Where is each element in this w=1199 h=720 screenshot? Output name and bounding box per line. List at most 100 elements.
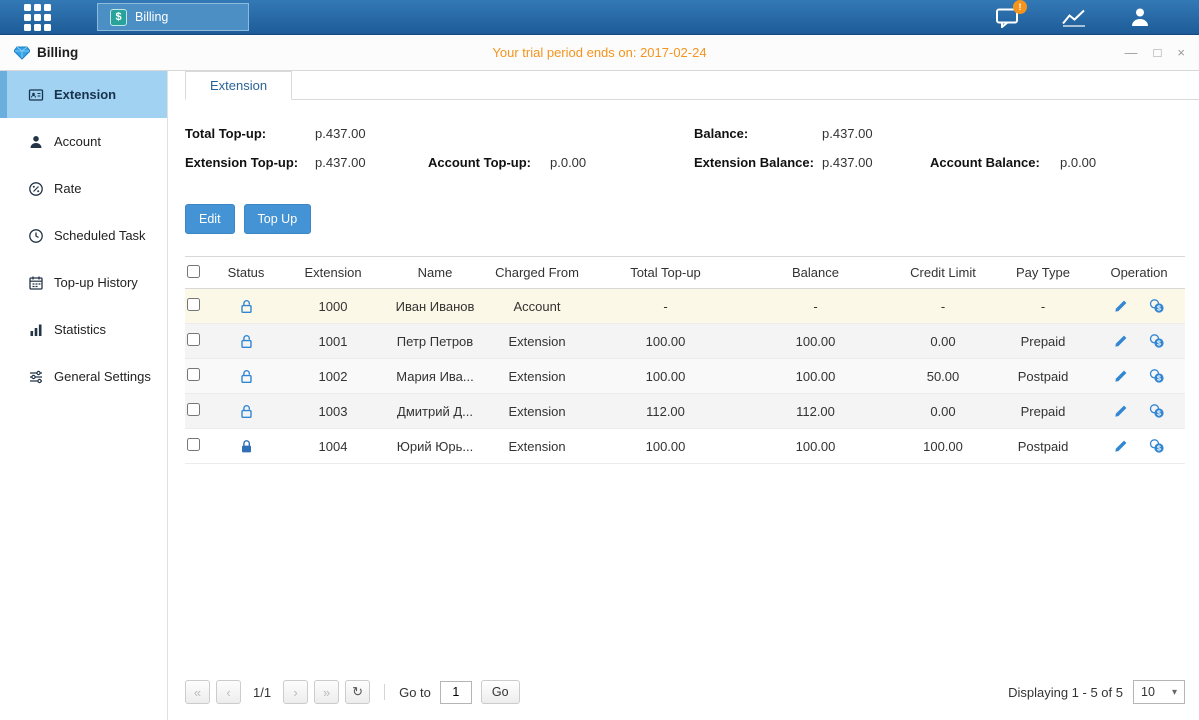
table-row: 1001 Петр Петров Extension 100.00 100.00… [185,324,1185,359]
reports-chart-icon[interactable] [1061,7,1087,28]
cell-pay-type: Postpaid [993,429,1093,464]
unlocked-icon[interactable] [239,404,254,419]
cell-extension: 1002 [277,359,389,394]
goto-page-input[interactable] [440,681,472,704]
window-title: Billing [37,45,78,60]
last-page-icon[interactable]: » [314,680,339,704]
edit-icon[interactable] [1113,334,1128,349]
prev-page-icon[interactable]: ‹ [216,680,241,704]
chevron-down-icon: ▾ [1172,687,1177,698]
table-row: 1003 Дмитрий Д... Extension 112.00 112.0… [185,394,1185,429]
topup-money-icon[interactable]: $ [1149,368,1165,384]
sidebar-item-label: Scheduled Task [54,228,146,243]
sidebar-item-scheduled-task[interactable]: Scheduled Task [0,212,167,259]
tabstrip: Extension [185,71,1199,100]
sidebar-item-general-settings[interactable]: General Settings [0,353,167,400]
select-all-checkbox[interactable] [187,265,200,278]
table-header-row: Status Extension Name Charged From Total… [185,257,1185,289]
cell-pay-type: Prepaid [993,324,1093,359]
cell-charged-from: Extension [481,324,593,359]
unlocked-icon[interactable] [239,369,254,384]
cell-balance: 100.00 [738,324,893,359]
col-operation: Operation [1093,257,1185,289]
topup-money-icon[interactable]: $ [1149,403,1165,419]
refresh-icon[interactable]: ↻ [345,680,370,704]
topup-money-icon[interactable]: $ [1149,438,1165,454]
bar-chart-icon [28,322,44,338]
row-checkbox[interactable] [187,368,200,381]
topup-money-icon[interactable]: $ [1149,333,1165,349]
cell-charged-from: Extension [481,359,593,394]
edit-icon[interactable] [1113,369,1128,384]
calendar-icon [28,275,44,291]
clock-icon [28,228,44,244]
col-name: Name [389,257,481,289]
sidebar-item-label: General Settings [54,369,151,384]
col-extension: Extension [277,257,389,289]
displaying-text: Displaying 1 - 5 of 5 [1008,685,1123,700]
cell-name: Петр Петров [389,324,481,359]
edit-button[interactable]: Edit [185,204,235,234]
cell-name: Мария Ива... [389,359,481,394]
cell-credit-limit: 0.00 [893,394,993,429]
topbar-right-icons: ! [995,6,1199,28]
svg-text:$: $ [1157,306,1161,313]
table-row: 1004 Юрий Юрь... Extension 100.00 100.00… [185,429,1185,464]
sidebar-item-rate[interactable]: Rate [0,165,167,212]
edit-icon[interactable] [1113,439,1128,454]
titlebar: Billing Your trial period ends on: 2017-… [0,35,1199,71]
messages-icon[interactable]: ! [995,7,1019,28]
apps-grid-icon[interactable] [24,4,51,31]
minimize-icon[interactable]: — [1125,46,1138,59]
user-account-icon[interactable] [1129,6,1151,28]
balance-value: p.437.00 [822,126,873,141]
unlocked-icon[interactable] [239,334,254,349]
row-checkbox[interactable] [187,438,200,451]
account-topup-value: p.0.00 [550,155,586,170]
cell-credit-limit: 50.00 [893,359,993,394]
topbar-tab-billing[interactable]: $ Billing [97,3,249,31]
page-size-select[interactable]: 10 ▾ [1133,680,1185,704]
locked-icon[interactable] [239,439,254,454]
row-checkbox[interactable] [187,298,200,311]
total-topup-label: Total Top-up: [185,126,315,141]
row-checkbox[interactable] [187,333,200,346]
edit-icon[interactable] [1113,299,1128,314]
extension-topup-label: Extension Top-up: [185,155,315,170]
cell-balance: 100.00 [738,359,893,394]
table-row: 1002 Мария Ива... Extension 100.00 100.0… [185,359,1185,394]
close-icon[interactable]: × [1177,46,1185,59]
cell-name: Иван Иванов [389,289,481,324]
sidebar-item-statistics[interactable]: Statistics [0,306,167,353]
account-balance-value: p.0.00 [1060,155,1096,170]
svg-text:$: $ [1157,341,1161,348]
first-page-icon[interactable]: « [185,680,210,704]
col-balance: Balance [738,257,893,289]
maximize-icon[interactable]: □ [1154,46,1162,59]
next-page-icon[interactable]: › [283,680,308,704]
top-up-button[interactable]: Top Up [244,204,312,234]
cell-extension: 1001 [277,324,389,359]
sidebar-item-account[interactable]: Account [0,118,167,165]
svg-text:$: $ [1157,376,1161,383]
goto-label: Go to [399,685,431,700]
tab-extension[interactable]: Extension [185,71,292,100]
topup-money-icon[interactable]: $ [1149,298,1165,314]
cell-balance: - [738,289,893,324]
go-button[interactable]: Go [481,680,520,704]
cell-total-topup: 100.00 [593,324,738,359]
account-balance-label: Account Balance: [930,155,1060,170]
col-total-topup: Total Top-up [593,257,738,289]
unlocked-icon[interactable] [239,299,254,314]
billing-dollar-icon: $ [110,9,127,26]
col-charged-from: Charged From [481,257,593,289]
total-topup-value: p.437.00 [315,126,366,141]
window-controls: — □ × [1125,46,1185,59]
edit-icon[interactable] [1113,404,1128,419]
cell-pay-type: Prepaid [993,394,1093,429]
trial-notice: Your trial period ends on: 2017-02-24 [0,45,1199,60]
sidebar-item-label: Account [54,134,101,149]
sidebar-item-topup-history[interactable]: Top-up History [0,259,167,306]
sidebar-item-extension[interactable]: Extension [0,71,167,118]
row-checkbox[interactable] [187,403,200,416]
